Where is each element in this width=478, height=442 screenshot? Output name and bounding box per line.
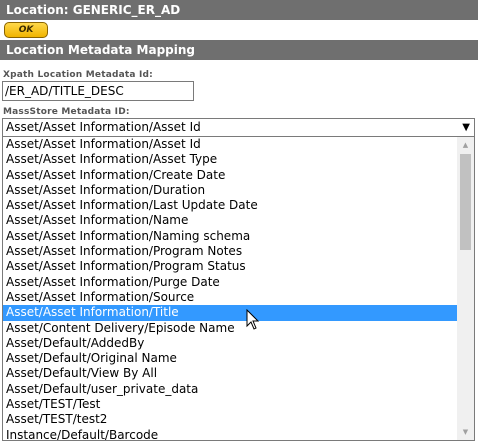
- dropdown-option[interactable]: Asset/Asset Information/Asset Type: [3, 152, 458, 167]
- dropdown-option[interactable]: Asset/Asset Information/Title: [3, 305, 458, 321]
- dropdown-option[interactable]: Asset/Default/user_private_data: [3, 382, 458, 397]
- dropdown-option[interactable]: Asset/Asset Information/Purge Date: [3, 275, 458, 290]
- scroll-up-icon[interactable]: ▲: [457, 137, 474, 153]
- dropdown-options: Asset/Asset Information/Asset Id Asset/As…: [3, 137, 458, 440]
- ok-button[interactable]: OK: [4, 22, 48, 38]
- dropdown-option[interactable]: Asset/Asset Information/Source: [3, 290, 458, 305]
- location-header: Location: GENERIC_ER_AD: [0, 0, 478, 20]
- dropdown-option[interactable]: Asset/Default/AddedBy: [3, 336, 458, 351]
- dropdown-option[interactable]: Asset/Default/Original Name: [3, 351, 458, 366]
- dropdown-option[interactable]: Asset/Asset Information/Naming schema: [3, 229, 458, 244]
- mouse-pointer-icon: [246, 309, 260, 330]
- dropdown-option[interactable]: Asset/Asset Information/Asset Id: [3, 137, 458, 152]
- dropdown-option[interactable]: Asset/Content Delivery/Episode Name: [3, 321, 458, 336]
- xpath-label: Xpath Location Metadata Id:: [3, 70, 153, 80]
- dropdown-option[interactable]: Asset/Asset Information/Last Update Date: [3, 198, 458, 213]
- scroll-thumb[interactable]: [460, 154, 471, 250]
- dropdown-option[interactable]: Asset/Default/View By All: [3, 366, 458, 381]
- dropdown-option[interactable]: Asset/TEST/test2: [3, 412, 458, 427]
- dropdown-option[interactable]: Asset/TEST/Test: [3, 397, 458, 412]
- dropdown-option[interactable]: Asset/Asset Information/Duration: [3, 183, 458, 198]
- dropdown-option[interactable]: Asset/Asset Information/Name: [3, 213, 458, 228]
- massstore-select[interactable]: Asset/Asset Information/Asset Id ▼: [2, 118, 475, 137]
- dropdown-option[interactable]: Asset/Asset Information/Create Date: [3, 168, 458, 183]
- section-header: Location Metadata Mapping: [0, 40, 478, 60]
- scroll-down-icon[interactable]: ▼: [457, 424, 474, 440]
- xpath-input[interactable]: /ER_AD/TITLE_DESC: [2, 81, 194, 101]
- dropdown-option[interactable]: Asset/Asset Information/Program Notes: [3, 244, 458, 259]
- dropdown-option[interactable]: Instance/Default/Barcode: [3, 428, 458, 440]
- massstore-label: MassStore Metadata ID:: [3, 107, 130, 117]
- massstore-selected-value: Asset/Asset Information/Asset Id: [6, 120, 201, 134]
- dropdown-option[interactable]: Asset/Asset Information/Program Status: [3, 259, 458, 274]
- chevron-down-icon[interactable]: ▼: [462, 119, 470, 136]
- scrollbar[interactable]: ▲ ▼: [457, 137, 474, 440]
- massstore-dropdown-list[interactable]: Asset/Asset Information/Asset Id Asset/As…: [2, 136, 475, 441]
